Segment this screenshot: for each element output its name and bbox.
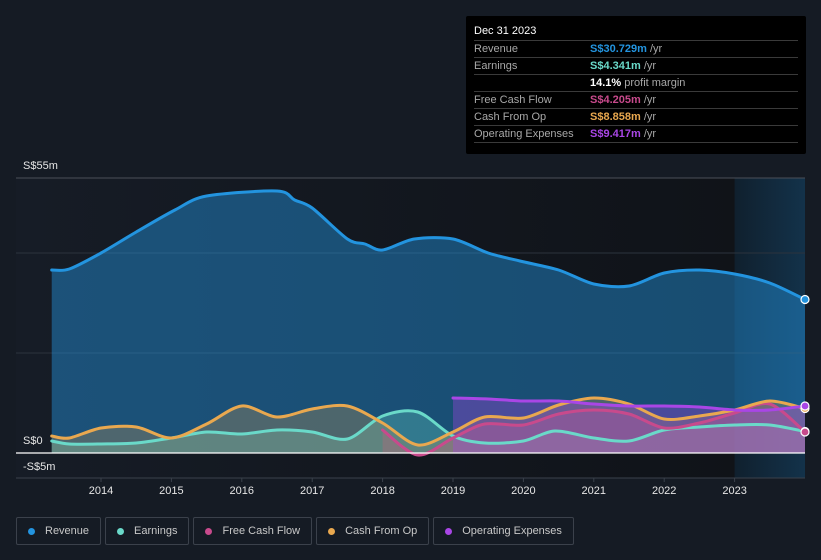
- tooltip-row-profit-margin: 14.1% profit margin: [474, 75, 798, 92]
- x-tick-label: 2021: [581, 485, 607, 497]
- tooltip-value: S$9.417m /yr: [590, 128, 657, 140]
- tooltip-row-operating-expenses: Operating Expenses S$9.417m /yr: [474, 126, 798, 143]
- tooltip-label: Free Cash Flow: [474, 94, 552, 106]
- tooltip-date: Dec 31 2023: [474, 23, 798, 41]
- legend-item-operating-expenses[interactable]: Operating Expenses: [433, 517, 574, 545]
- legend-item-cash-from-op[interactable]: Cash From Op: [316, 517, 430, 545]
- legend-label: Earnings: [134, 525, 178, 537]
- tooltip-label: Revenue: [474, 43, 519, 55]
- x-tick-label: 2022: [651, 485, 677, 497]
- legend-dot-icon: [328, 527, 336, 535]
- legend-label: Cash From Op: [345, 525, 418, 537]
- tooltip-value: S$30.729m /yr: [590, 43, 663, 55]
- x-tick-label: 2015: [159, 485, 184, 497]
- end-point-revenue[interactable]: [800, 294, 810, 305]
- tooltip-row-free-cash-flow: Free Cash Flow S$4.205m /yr: [474, 92, 798, 109]
- x-tick-label: 2016: [229, 485, 255, 497]
- tooltip-row-cash-from-op: Cash From Op S$8.858m /yr: [474, 109, 798, 126]
- legend-item-revenue[interactable]: Revenue: [16, 517, 102, 545]
- legend-label: Free Cash Flow: [222, 525, 301, 537]
- tooltip-label: [474, 75, 590, 91]
- end-point-operating-expenses[interactable]: [800, 401, 810, 411]
- x-tick-label: 2017: [299, 485, 325, 497]
- x-tick-label: 2018: [370, 485, 395, 497]
- tooltip-label: Operating Expenses: [474, 128, 574, 140]
- tooltip-value: S$4.341m /yr: [590, 60, 657, 72]
- tooltip-label: Earnings: [474, 60, 518, 72]
- legend-dot-icon: [205, 527, 213, 535]
- tooltip: Dec 31 2023 Revenue S$30.729m /yr Earnings…: [466, 16, 806, 154]
- legend-dot-icon: [117, 527, 125, 535]
- x-tick-label: 2019: [440, 485, 466, 497]
- x-tick-label: 2020: [511, 485, 536, 497]
- x-tick-label: 2023: [722, 485, 747, 497]
- legend-label: Revenue: [45, 525, 90, 537]
- x-tick-label: 2014: [88, 485, 114, 497]
- legend-dot-icon: [445, 527, 453, 535]
- y-tick-label: S$55m: [23, 160, 58, 172]
- legend-item-earnings[interactable]: Earnings: [105, 517, 190, 545]
- legend-item-free-cash-flow[interactable]: Free Cash Flow: [193, 517, 313, 545]
- tooltip-value: 14.1% profit margin: [590, 77, 686, 89]
- legend: Revenue Earnings Free Cash Flow Cash From O…: [16, 517, 574, 545]
- tooltip-value: S$8.858m /yr: [590, 111, 657, 123]
- tooltip-value: S$4.205m /yr: [590, 94, 657, 106]
- legend-dot-icon: [28, 527, 35, 535]
- tooltip-label: Cash From Op: [474, 111, 547, 123]
- tooltip-row-revenue: Revenue S$30.729m /yr: [474, 41, 798, 58]
- y-tick-label: S$0: [23, 435, 43, 447]
- legend-label: Operating Expenses: [462, 525, 562, 537]
- end-point-free-cash-flow[interactable]: [800, 427, 810, 437]
- tooltip-row-earnings: Earnings S$4.341m /yr: [474, 58, 798, 75]
- y-tick-label: -S$5m: [23, 461, 56, 473]
